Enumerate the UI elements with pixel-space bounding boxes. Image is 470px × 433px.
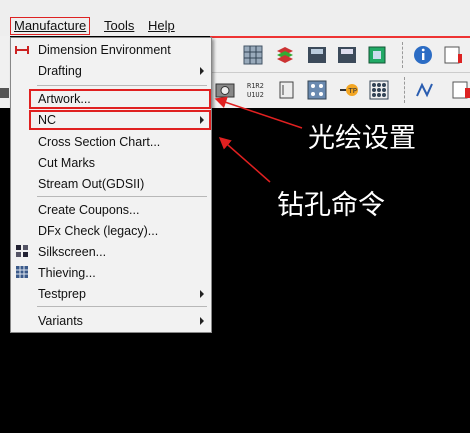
annotation-arrows [214,96,303,183]
nc-annotation-text: 钻孔命令 [277,190,385,221]
nc-annotation-arrow [218,137,271,183]
artwork-annotation-text: 光绘设置 [308,123,416,154]
artwork-annotation-arrow [214,96,303,129]
